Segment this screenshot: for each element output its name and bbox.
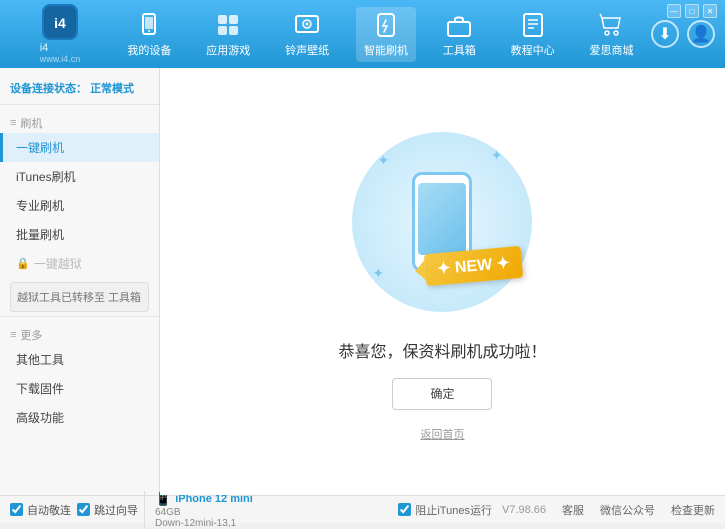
tutorial-icon: [519, 11, 547, 39]
nav-my-device[interactable]: 我的设备: [119, 7, 179, 62]
top-nav: — □ ✕ i4 i4 www.i4.cn 我的设备: [0, 0, 725, 68]
section-more-icon: ≡: [10, 329, 16, 341]
section-flash-label: 刷机: [20, 115, 42, 131]
customer-service-link[interactable]: 客服: [562, 502, 584, 518]
batch-flash-label: 批量刷机: [16, 226, 64, 243]
nav-right-buttons: ⬇ 👤: [651, 20, 715, 48]
content-area: ✦ ✦ ✦ ✦ NEW ✦ 恭喜您，保资料刷机成功啦！: [160, 68, 725, 495]
logo-icon: i4: [42, 4, 78, 40]
status-value: 正常模式: [90, 83, 134, 95]
auto-connect-checkbox[interactable]: [10, 503, 23, 516]
main-layout: 设备连接状态： 正常模式 ≡ 刷机 一键刷机 iTunes刷机 专业刷机 批量刷…: [0, 68, 725, 495]
wechat-public-link[interactable]: 微信公众号: [600, 502, 655, 518]
nav-toolbox[interactable]: 工具箱: [435, 7, 484, 62]
sidebar-advanced[interactable]: 高级功能: [0, 403, 159, 432]
toolbox-icon: [445, 11, 473, 39]
jailbreak-locked-label: 一键越狱: [34, 255, 82, 272]
device-detail: Down-12mini-13,1: [155, 518, 253, 529]
lock-icon: 🔒: [16, 257, 30, 270]
nav-tutorial[interactable]: 教程中心: [503, 7, 563, 62]
other-tools-label: 其他工具: [16, 351, 64, 368]
skip-wizard-label: 跳过向导: [94, 502, 138, 518]
pro-flash-label: 专业刷机: [16, 197, 64, 214]
smart-flash-icon: [372, 11, 400, 39]
nav-tutorial-label: 教程中心: [511, 42, 555, 58]
sidebar-batch-flash[interactable]: 批量刷机: [0, 220, 159, 249]
sidebar-divider: [0, 316, 159, 317]
auto-connect-label: 自动敬连: [27, 502, 71, 518]
check-update-link[interactable]: 检查更新: [671, 502, 715, 518]
nav-ringtones[interactable]: 铃声壁纸: [277, 7, 337, 62]
my-device-icon: [135, 11, 163, 39]
device-capacity: 64GB: [155, 507, 253, 518]
logo-area: i4 i4 www.i4.cn: [10, 4, 110, 64]
sparkle-2: ✦: [491, 147, 503, 164]
user-btn[interactable]: 👤: [687, 20, 715, 48]
download-btn[interactable]: ⬇: [651, 20, 679, 48]
auto-connect-checkbox-group: 自动敬连: [10, 502, 71, 518]
sidebar-other-tools[interactable]: 其他工具: [0, 345, 159, 374]
itunes-flash-label: iTunes刷机: [16, 168, 76, 185]
sparkle-3: ✦: [372, 265, 384, 282]
bottom-right: V7.98.66 客服 微信公众号 检查更新: [502, 502, 715, 518]
confirm-button[interactable]: 确定: [392, 378, 492, 410]
skip-wizard-checkbox-group: 跳过向导: [77, 502, 138, 518]
apps-icon: [214, 11, 242, 39]
phone-circle-bg: ✦ ✦ ✦ ✦ NEW ✦: [352, 132, 532, 312]
sidebar-jailbreak-locked: 🔒 一键越狱: [0, 249, 159, 278]
nav-apps-label: 应用游戏: [206, 42, 250, 58]
sidebar-onekey-flash[interactable]: 一键刷机: [0, 133, 159, 162]
window-controls: — □ ✕: [667, 4, 717, 18]
status-label: 设备连接状态：: [10, 83, 87, 95]
section-more-header: ≡ 更多: [0, 321, 159, 345]
nav-apps-games[interactable]: 应用游戏: [198, 7, 258, 62]
section-more-label: 更多: [20, 327, 42, 343]
sidebar-download-firmware[interactable]: 下载固件: [0, 374, 159, 403]
jailbreak-notice: 越狱工具已转移至 工具箱: [10, 282, 149, 312]
version-text: V7.98.66: [502, 504, 546, 516]
skip-wizard-checkbox[interactable]: [77, 503, 90, 516]
itunes-label: 阻止iTunes运行: [415, 502, 492, 518]
section-flash-header: ≡ 刷机: [0, 109, 159, 133]
bottom-bar: 自动敬连 跳过向导 📱 iPhone 12 mini 64GB Down-12m…: [0, 495, 725, 523]
itunes-stop-checkbox[interactable]: [398, 503, 411, 516]
close-btn[interactable]: ✕: [703, 4, 717, 18]
onekey-flash-label: 一键刷机: [16, 139, 64, 156]
nav-smart-flash-label: 智能刷机: [364, 42, 408, 58]
return-link[interactable]: 返回首页: [420, 426, 464, 442]
logo-text: i4 www.i4.cn: [40, 42, 81, 64]
phone-screen: [418, 183, 466, 255]
nav-my-device-label: 我的设备: [127, 42, 171, 58]
store-icon: [597, 11, 625, 39]
advanced-label: 高级功能: [16, 409, 64, 426]
nav-ringtones-label: 铃声壁纸: [285, 42, 329, 58]
itunes-running: 阻止iTunes运行: [398, 502, 492, 518]
nav-store-label: 爱思商城: [589, 42, 633, 58]
restore-btn[interactable]: □: [685, 4, 699, 18]
nav-smart-flash[interactable]: 智能刷机: [356, 7, 416, 62]
jailbreak-notice-text: 越狱工具已转移至 工具箱: [17, 292, 141, 304]
section-flash-icon: ≡: [10, 117, 16, 129]
phone-illustration: ✦ ✦ ✦ ✦ NEW ✦: [342, 122, 542, 322]
ringtones-icon: [293, 11, 321, 39]
sidebar: 设备连接状态： 正常模式 ≡ 刷机 一键刷机 iTunes刷机 专业刷机 批量刷…: [0, 68, 160, 495]
nav-store[interactable]: 爱思商城: [581, 7, 641, 62]
sidebar-pro-flash[interactable]: 专业刷机: [0, 191, 159, 220]
minimize-btn[interactable]: —: [667, 4, 681, 18]
nav-items: 我的设备 应用游戏 铃声壁纸: [110, 7, 651, 62]
sparkle-1: ✦: [377, 152, 389, 169]
device-status: 设备连接状态： 正常模式: [0, 76, 159, 105]
download-firmware-label: 下载固件: [16, 380, 64, 397]
success-text: 恭喜您，保资料刷机成功啦！: [338, 338, 546, 362]
svg-text:i4: i4: [54, 15, 66, 31]
sidebar-itunes-flash[interactable]: iTunes刷机: [0, 162, 159, 191]
success-container: ✦ ✦ ✦ ✦ NEW ✦ 恭喜您，保资料刷机成功啦！: [338, 122, 546, 442]
nav-toolbox-label: 工具箱: [443, 42, 476, 58]
